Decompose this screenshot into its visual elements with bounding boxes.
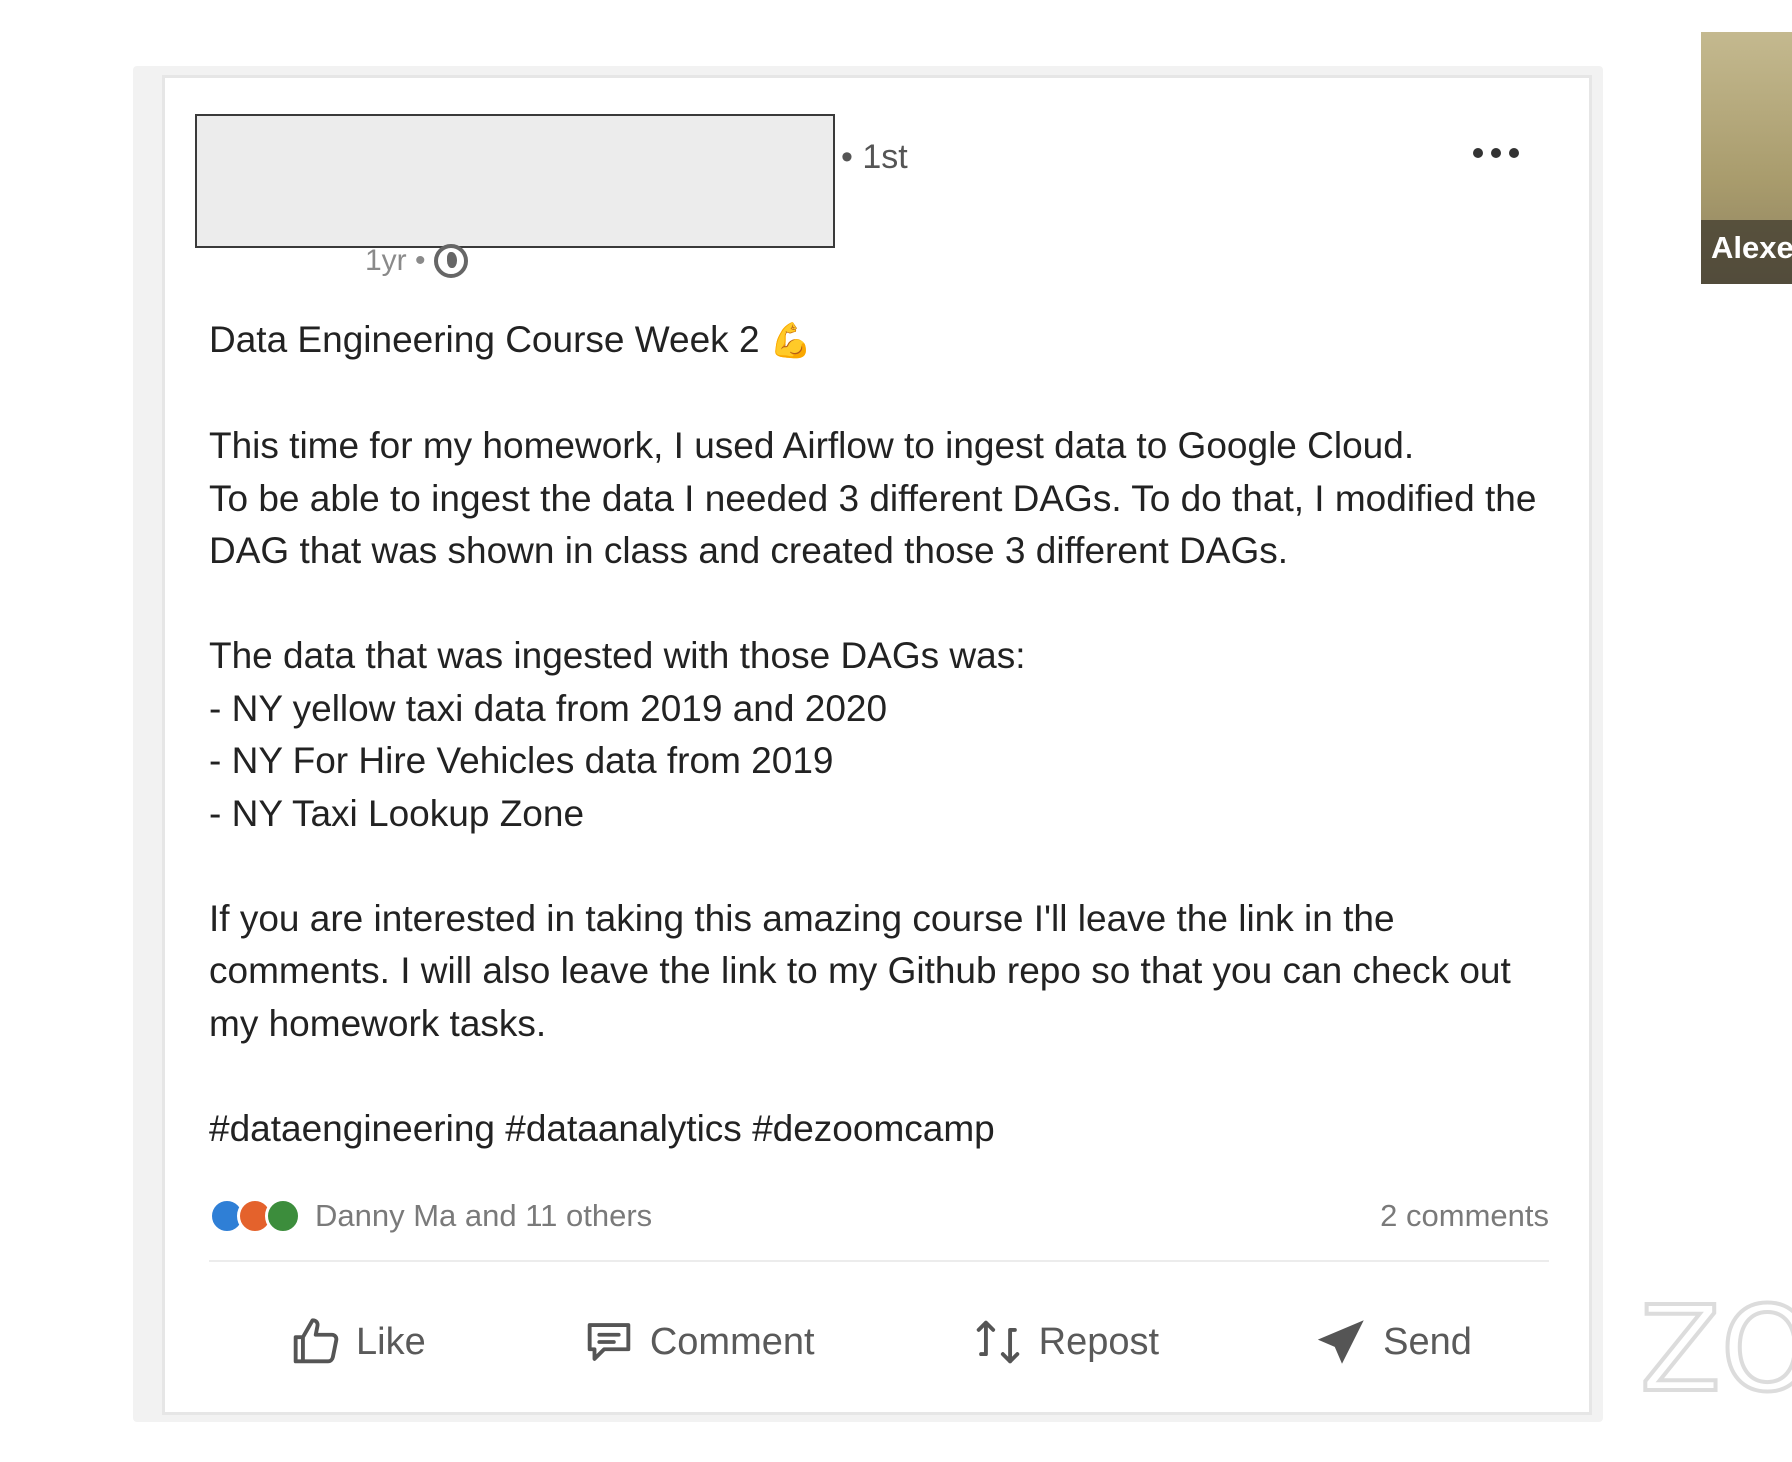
post-hashtags[interactable]: #dataengineering #dataanalytics #dezoomc… xyxy=(209,1103,1549,1156)
send-icon xyxy=(1318,1320,1364,1364)
participant-name: Alexe xyxy=(1701,220,1792,284)
send-label: Send xyxy=(1383,1320,1472,1363)
like-label: Like xyxy=(356,1320,426,1363)
social-counts: Danny Ma and 11 others 2 comments xyxy=(209,1188,1549,1244)
like-button[interactable]: Like xyxy=(286,1313,426,1371)
insightful-reaction-icon xyxy=(265,1198,301,1234)
post-paragraph: If you are interested in taking this ama… xyxy=(209,897,1511,1044)
repost-button[interactable]: Repost xyxy=(969,1313,1159,1371)
connection-degree: • 1st xyxy=(841,138,908,176)
flexed-biceps-icon: 💪 xyxy=(769,322,812,360)
more-dots-icon xyxy=(1473,148,1483,158)
repost-icon xyxy=(976,1320,1019,1364)
post-title: Data Engineering Course Week 2 xyxy=(209,319,760,360)
more-options-button[interactable] xyxy=(1473,148,1519,158)
thumbs-up-icon xyxy=(293,1318,339,1364)
repost-label: Repost xyxy=(1038,1320,1160,1363)
redacted-author-block xyxy=(195,114,835,248)
reactions-summary[interactable]: Danny Ma and 11 others xyxy=(209,1198,652,1234)
post-meta: 1yr • xyxy=(365,244,468,278)
post-paragraph: This time for my homework, I used Airflo… xyxy=(209,425,1537,571)
post-card: • 1st 1yr • Data Engineering Course Week… xyxy=(162,75,1592,1415)
post-paragraph: The data that was ingested with those DA… xyxy=(209,635,1026,834)
comment-button[interactable]: Comment xyxy=(580,1313,815,1371)
globe-icon xyxy=(433,244,468,278)
reactions-label[interactable]: Danny Ma and 11 others xyxy=(315,1198,652,1234)
send-button[interactable]: Send xyxy=(1313,1313,1472,1371)
comment-label: Comment xyxy=(649,1320,815,1363)
post-title-line: Data Engineering Course Week 2 💪 xyxy=(209,314,1549,368)
post-time: 1yr • xyxy=(365,244,426,277)
zoom-logo: ZO xyxy=(1640,1290,1792,1400)
divider xyxy=(209,1260,1549,1262)
comments-count[interactable]: 2 comments xyxy=(1380,1198,1549,1234)
comment-bubble-icon xyxy=(587,1323,631,1361)
post-body: Data Engineering Course Week 2 💪 This tim… xyxy=(209,314,1549,1155)
post-actions: Like Comment Repost Send xyxy=(209,1278,1549,1406)
svg-text:ZO: ZO xyxy=(1640,1290,1792,1400)
